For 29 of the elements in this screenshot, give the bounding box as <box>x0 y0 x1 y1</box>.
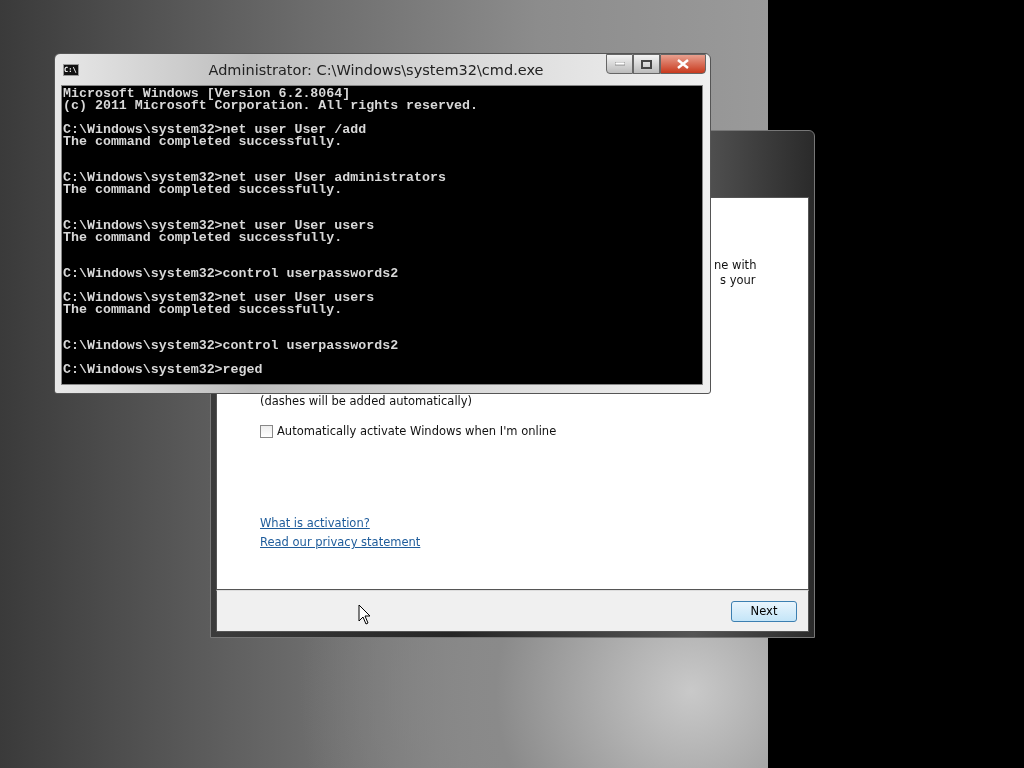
description-text: ne with <box>714 258 757 273</box>
console-line: The command completed successfully. <box>63 304 344 316</box>
console-line: (c) 2011 Microsoft Corporation. All rights reserved. <box>63 100 479 112</box>
next-button[interactable]: Next <box>731 600 797 622</box>
minimize-icon <box>614 62 625 66</box>
console-line: C:\Windows\system32>control userpasswords2 <box>63 268 400 280</box>
console-line: C:\Windows\system32>net user User users <box>63 292 376 304</box>
help-link[interactable]: Read our privacy statement <box>260 535 421 549</box>
console-line: C:\Windows\system32>net user User users <box>63 220 376 232</box>
minimize-button[interactable] <box>606 54 633 74</box>
console-line: C:\Windows\system32>net user User administrators <box>63 172 447 184</box>
help-link[interactable]: What is activation? <box>260 516 370 530</box>
close-icon <box>677 59 689 69</box>
console-line: The command completed successfully. <box>63 184 344 196</box>
console-line: Microsoft Windows [Version 6.2.8064] <box>63 88 351 100</box>
checkbox[interactable] <box>260 424 273 438</box>
console-line: The command completed successfully. <box>63 136 344 148</box>
description-text: s your <box>720 273 756 288</box>
mouse-pointer-icon <box>358 604 372 625</box>
close-button[interactable] <box>660 54 706 74</box>
console-line: C:\Windows\system32>net user User /add <box>63 124 368 136</box>
maximize-icon <box>641 59 652 69</box>
checkbox-label[interactable]: Automatically activate Windows when I'm online <box>277 424 557 438</box>
console-line: The command completed successfully. <box>63 232 344 244</box>
maximize-button[interactable] <box>633 54 660 74</box>
window-title: Administrator: C:\Windows\system32\cmd.exe <box>207 61 545 78</box>
console-line: C:\Windows\system32>control userpasswords2 <box>63 340 400 352</box>
console-line: C:\Windows\system32>reged <box>63 364 264 376</box>
hint-text: (dashes will be added automatically) <box>260 394 474 408</box>
